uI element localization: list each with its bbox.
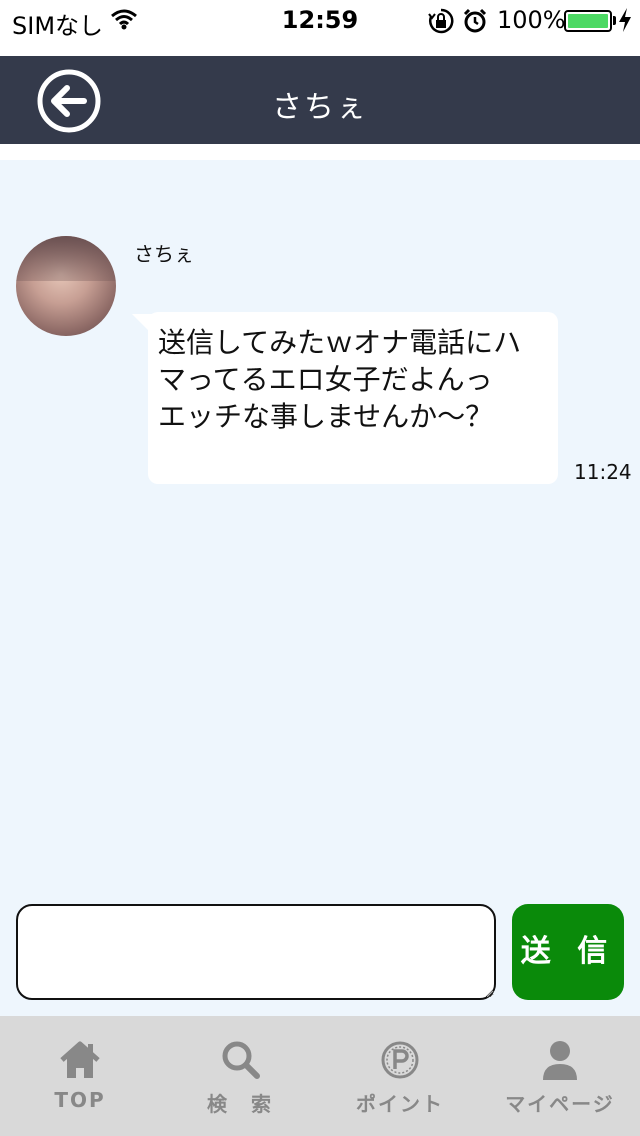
orientation-lock-icon: [428, 8, 454, 40]
avatar[interactable]: [16, 236, 116, 336]
alarm-icon: [462, 8, 488, 40]
user-icon: [543, 1041, 577, 1080]
tab-search[interactable]: 検 索: [160, 1016, 320, 1136]
battery-percent: 100%: [497, 6, 566, 34]
sender-name: さちぇ: [134, 242, 194, 266]
message-text: 送信してみたｗオナ電話にハ マってるエロ女子だよんっ エッチな事しませんか～？: [158, 326, 522, 433]
tab-label: ポイント: [356, 1092, 444, 1116]
search-icon: [222, 1041, 260, 1079]
battery-tip: [613, 16, 616, 25]
charging-icon: [618, 8, 632, 38]
tab-label: 検 索: [207, 1092, 273, 1116]
send-button[interactable]: 送 信: [512, 904, 624, 1000]
tab-mypage[interactable]: マイページ: [480, 1016, 640, 1136]
carrier-label: SIMなし: [12, 12, 104, 40]
tab-label: TOP: [54, 1088, 106, 1112]
wifi-icon: [110, 8, 138, 36]
tab-label: マイページ: [505, 1092, 615, 1116]
chat-header: さちぇ: [0, 56, 640, 144]
message-bubble: 送信してみたｗオナ電話にハ マってるエロ女子だよんっ エッチな事しませんか～？: [148, 312, 558, 484]
status-bar: SIMなし 12:59 100%: [0, 0, 640, 40]
back-arrow-circle-icon: [37, 69, 101, 133]
battery-icon: [564, 10, 612, 32]
message-timestamp: 11:24: [574, 460, 632, 484]
back-button[interactable]: [36, 68, 102, 134]
home-icon: [60, 1041, 100, 1078]
message-input[interactable]: [16, 904, 496, 1000]
battery-level: [568, 14, 608, 28]
tab-top[interactable]: TOP: [0, 1016, 160, 1136]
points-icon: [381, 1041, 419, 1079]
tab-bar: TOP 検 索 ポイント マイページ: [0, 1016, 640, 1136]
tab-points[interactable]: ポイント: [320, 1016, 480, 1136]
composer: 送 信: [0, 888, 640, 1016]
